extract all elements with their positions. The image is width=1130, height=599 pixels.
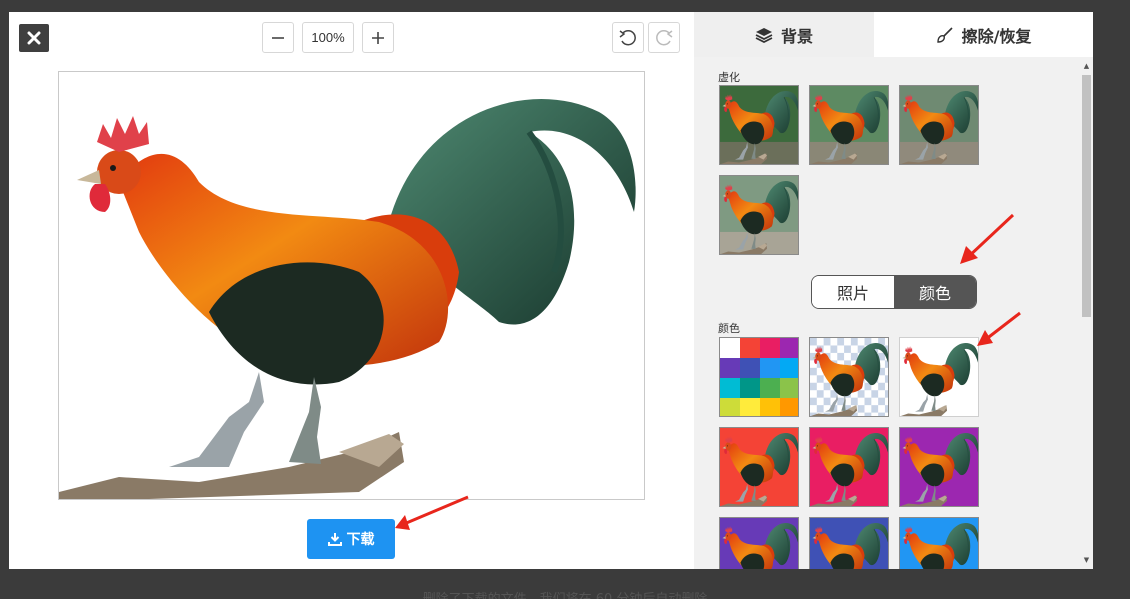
palette-cell bbox=[780, 398, 798, 416]
color-background-option[interactable] bbox=[899, 517, 979, 569]
palette-cell bbox=[720, 358, 740, 378]
white-background-option[interactable] bbox=[899, 337, 979, 417]
color-section-label: 颜色 bbox=[718, 322, 740, 335]
scroll-up-arrow[interactable]: ▲ bbox=[1080, 59, 1093, 73]
palette-cell bbox=[760, 398, 780, 416]
tab-erase-restore-label: 擦除/恢复 bbox=[961, 26, 1032, 46]
palette-cell bbox=[780, 378, 798, 398]
tab-background-label: 背景 bbox=[780, 26, 813, 46]
blur-thumb-image bbox=[810, 86, 888, 164]
rooster-image bbox=[59, 72, 645, 500]
toggle-photo[interactable]: 照片 bbox=[812, 276, 894, 308]
zoom-in-button[interactable] bbox=[362, 22, 394, 53]
palette-cell bbox=[760, 338, 780, 358]
close-icon bbox=[27, 31, 41, 45]
palette-cell bbox=[720, 398, 740, 416]
footer-caption: 删除了下载的文件，我们将在 60 分钟后自动删除 bbox=[0, 588, 1130, 599]
blur-option-1[interactable] bbox=[719, 85, 799, 165]
undo-button[interactable] bbox=[612, 22, 644, 53]
color-thumb-image bbox=[810, 428, 888, 506]
palette-cell bbox=[740, 338, 760, 358]
background-panel: 背景 擦除/恢复 虚化 照片 颜色 颜色 ▲ ▼ bbox=[694, 12, 1093, 569]
tab-background[interactable]: 背景 bbox=[694, 12, 874, 57]
panel-tabs: 背景 擦除/恢复 bbox=[694, 12, 1093, 57]
tab-erase-restore[interactable]: 擦除/恢复 bbox=[874, 12, 1093, 57]
palette-cell bbox=[720, 378, 740, 398]
blur-option-4[interactable] bbox=[719, 175, 799, 255]
color-background-option[interactable] bbox=[809, 427, 889, 507]
color-background-option[interactable] bbox=[719, 427, 799, 507]
redo-icon bbox=[656, 29, 673, 45]
color-thumb-image bbox=[720, 518, 798, 569]
transparent-thumb-image bbox=[810, 338, 888, 416]
blur-thumb-image bbox=[720, 86, 798, 164]
panel-scrollbar[interactable]: ▲ ▼ bbox=[1080, 57, 1093, 569]
layers-icon bbox=[755, 27, 773, 43]
white-thumb-image bbox=[900, 338, 978, 416]
toggle-color[interactable]: 颜色 bbox=[894, 276, 976, 308]
palette-cell bbox=[760, 378, 780, 398]
color-palette-grid bbox=[720, 338, 798, 416]
color-background-option[interactable] bbox=[809, 517, 889, 569]
background-editor-dialog: 100% 下载 背景 擦除/恢复 虚化 照片 颜色 颜色 ▲ ▼ bbox=[9, 12, 1093, 569]
blur-section-label: 虚化 bbox=[718, 71, 740, 84]
plus-icon bbox=[372, 31, 384, 44]
color-thumb-image bbox=[810, 518, 888, 569]
close-button[interactable] bbox=[19, 24, 49, 52]
undo-icon bbox=[619, 29, 636, 45]
palette-cell bbox=[740, 378, 760, 398]
brush-icon bbox=[936, 26, 953, 43]
scroll-down-arrow[interactable]: ▼ bbox=[1080, 553, 1093, 567]
download-icon bbox=[327, 533, 342, 546]
transparent-background-option[interactable] bbox=[809, 337, 889, 417]
palette-cell bbox=[740, 398, 760, 416]
zoom-level-display: 100% bbox=[302, 22, 354, 53]
minus-icon bbox=[272, 36, 284, 39]
blur-thumb-image bbox=[720, 176, 798, 254]
palette-cell bbox=[740, 358, 760, 378]
download-label: 下载 bbox=[346, 532, 375, 548]
blur-option-2[interactable] bbox=[809, 85, 889, 165]
custom-color-palette[interactable] bbox=[719, 337, 799, 417]
color-background-option[interactable] bbox=[719, 517, 799, 569]
redo-button[interactable] bbox=[648, 22, 680, 53]
color-background-option[interactable] bbox=[899, 427, 979, 507]
zoom-out-button[interactable] bbox=[262, 22, 294, 53]
image-canvas[interactable] bbox=[58, 71, 645, 500]
download-button[interactable]: 下载 bbox=[307, 519, 395, 559]
blur-option-3[interactable] bbox=[899, 85, 979, 165]
color-thumb-image bbox=[900, 518, 978, 569]
scroll-thumb[interactable] bbox=[1082, 75, 1091, 317]
palette-cell bbox=[720, 338, 740, 358]
color-thumb-image bbox=[720, 428, 798, 506]
blur-thumb-image bbox=[900, 86, 978, 164]
color-thumb-image bbox=[900, 428, 978, 506]
palette-cell bbox=[780, 338, 798, 358]
photo-color-toggle: 照片 颜色 bbox=[811, 275, 977, 309]
palette-cell bbox=[760, 358, 780, 378]
palette-cell bbox=[780, 358, 798, 378]
